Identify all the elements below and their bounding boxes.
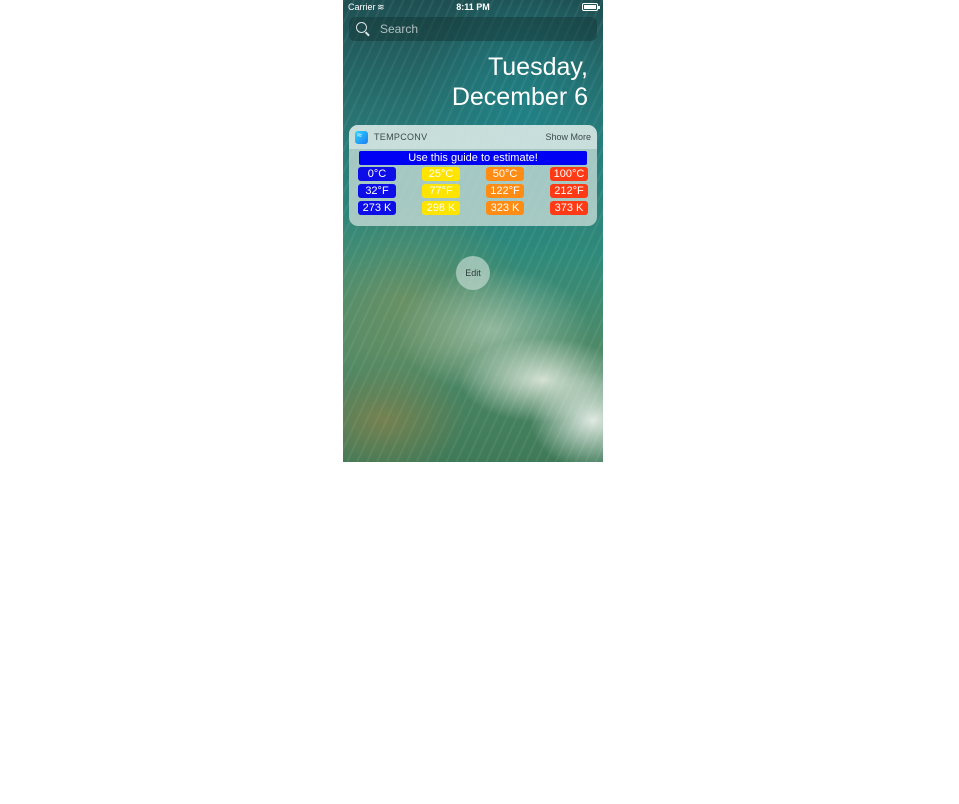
widget-header: ≈ TEMPCONV Show More xyxy=(349,125,597,149)
temp-cell: 25°C xyxy=(422,167,460,181)
temp-cell: 50°C xyxy=(486,167,524,181)
tempconv-widget[interactable]: ≈ TEMPCONV Show More Use this guide to e… xyxy=(349,125,597,226)
temp-cell: 77°F xyxy=(422,184,460,198)
temp-cell: 323 K xyxy=(486,201,524,215)
date-month-day: December 6 xyxy=(451,83,588,111)
tempconv-app-icon: ≈ xyxy=(355,130,368,144)
date-display: Tuesday, December 6 xyxy=(452,52,588,112)
widget-app-name: TEMPCONV xyxy=(374,132,428,142)
show-more-button[interactable]: Show More xyxy=(545,132,591,142)
search-bar[interactable]: Search xyxy=(349,17,597,41)
edit-button[interactable]: Edit xyxy=(456,256,490,290)
temp-cell: 122°F xyxy=(486,184,524,198)
temp-cell: 32°F xyxy=(358,184,396,198)
battery-icon xyxy=(582,3,600,11)
status-time: 8:11 PM xyxy=(456,2,490,12)
search-icon xyxy=(356,22,367,33)
temp-cell: 373 K xyxy=(550,201,588,215)
guide-banner: Use this guide to estimate! xyxy=(359,151,587,165)
status-bar: Carrier ≋ 8:11 PM xyxy=(343,0,603,14)
temp-cell: 100°C xyxy=(550,167,588,181)
temp-cell: 298 K xyxy=(422,201,460,215)
temp-cell: 212°F xyxy=(550,184,588,198)
temp-cell: 273 K xyxy=(358,201,396,215)
search-placeholder: Search xyxy=(380,22,419,36)
date-weekday: Tuesday, xyxy=(487,53,588,81)
temp-cell: 0°C xyxy=(358,167,396,181)
phone-screen: Carrier ≋ 8:11 PM Search Tuesday, Decemb… xyxy=(343,0,603,462)
